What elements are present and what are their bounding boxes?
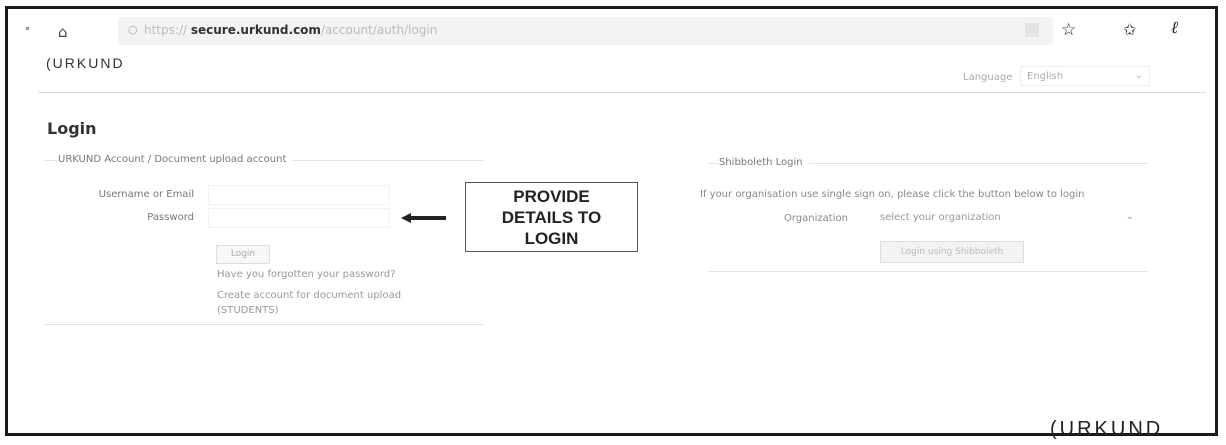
left-panel-bottom-border (44, 324, 484, 325)
header-divider (38, 92, 1206, 93)
callout-line-1: PROVIDE (513, 187, 590, 206)
screenshot-frame: ⌂ ○ https:// secure.urkund.com/account/a… (5, 6, 1218, 440)
lock-icon: ○ (128, 23, 138, 36)
sso-instructions: If your organisation use single sign on,… (700, 189, 1085, 200)
password-input[interactable] (208, 208, 390, 228)
username-label: Username or Email (98, 189, 194, 200)
star-icon[interactable]: ☆ (1061, 20, 1076, 40)
organization-select-value: select your organization (880, 212, 1001, 223)
url-protocol: https:// (144, 23, 188, 37)
username-input[interactable] (208, 185, 390, 205)
forgot-password-link[interactable]: Have you forgotten your password? (217, 269, 395, 280)
left-panel-legend: URKUND Account / Document upload account (58, 154, 293, 165)
page-title: Login (47, 119, 97, 138)
right-panel-bottom-border (708, 271, 1148, 272)
callout-line-3: LOGIN (524, 229, 579, 248)
back-icon[interactable] (26, 27, 29, 30)
login-button[interactable]: Login (216, 245, 270, 264)
url-text: https:// secure.urkund.com/account/auth/… (144, 23, 437, 37)
chevron-down-icon: ⌄ (1125, 211, 1134, 222)
favorites-icon[interactable]: ✩ (1123, 20, 1136, 39)
language-value: English (1027, 71, 1064, 82)
profile-icon[interactable]: ℓ (1171, 18, 1178, 38)
chevron-down-icon: ⌄ (1134, 70, 1143, 81)
create-account-note[interactable]: (STUDENTS) (217, 305, 279, 316)
home-icon[interactable]: ⌂ (58, 23, 68, 41)
language-select[interactable]: English ⌄ (1020, 66, 1150, 86)
organization-label: Organization (784, 213, 848, 224)
right-panel-legend: Shibboleth Login (719, 157, 809, 168)
arrow-left-icon (401, 213, 446, 223)
password-label: Password (147, 212, 194, 223)
urkund-logo[interactable]: (URKUND (46, 55, 125, 71)
address-bar[interactable]: ○ https:// secure.urkund.com/account/aut… (118, 17, 1053, 45)
url-path: /account/auth/login (320, 23, 438, 37)
reader-view-icon[interactable] (1025, 23, 1039, 37)
browser-toolbar: ⌂ ○ https:// secure.urkund.com/account/a… (8, 9, 1215, 49)
instruction-callout: PROVIDE DETAILS TO LOGIN (465, 182, 638, 252)
language-label: Language (963, 72, 1013, 83)
create-account-link[interactable]: Create account for document upload (217, 290, 401, 301)
organization-select[interactable]: select your organization ⌄ (870, 208, 1140, 228)
url-host: secure.urkund.com (190, 23, 321, 37)
urkund-footer-logo: (URKUND (1050, 418, 1164, 440)
callout-line-2: DETAILS TO (501, 208, 602, 227)
shibboleth-login-button[interactable]: Login using Shibboleth (880, 241, 1024, 263)
